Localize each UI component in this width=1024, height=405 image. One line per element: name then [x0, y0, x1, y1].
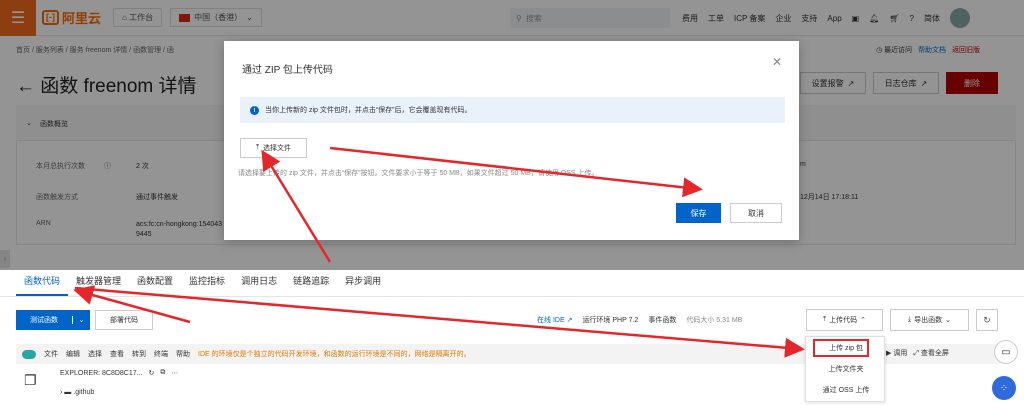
refresh-button[interactable]: ↻: [976, 309, 998, 331]
chat-icon[interactable]: ▭: [994, 340, 1018, 364]
ide-actions: ▶ 调用 ⤢ 查看全屏: [886, 348, 949, 358]
tab-metrics[interactable]: 监控指标: [181, 274, 233, 296]
ide-logo-icon: [22, 349, 36, 359]
online-ide-link[interactable]: 在线 IDE ↗: [537, 315, 572, 325]
choose-file-button[interactable]: ⤒ 选择文件: [240, 138, 307, 158]
more-icon[interactable]: ⋯: [171, 369, 178, 377]
test-function-button[interactable]: 测试函数 ⌄: [16, 310, 90, 330]
invoke-label: 调用: [893, 350, 908, 357]
cancel-button[interactable]: 取消: [730, 203, 782, 223]
ide-menu-help[interactable]: 帮助: [176, 349, 190, 359]
upload-hint: 请选择要上传的 zip 文件，并点击“保存”按钮。文件要求小于等于 50 MB，…: [238, 170, 599, 177]
ide-menu-file[interactable]: 文件: [44, 349, 58, 359]
ide-menu-selection[interactable]: 选择: [88, 349, 102, 359]
refresh-icon[interactable]: ↻: [148, 369, 154, 377]
upload-icon: ⤒: [255, 144, 260, 151]
ide-menu-edit[interactable]: 编辑: [66, 349, 80, 359]
chevron-down-icon[interactable]: ⌄: [72, 316, 90, 324]
download-icon: ⤓: [908, 316, 912, 323]
tree-item-github[interactable]: › ▬ .github: [60, 389, 94, 396]
info-icon: i: [250, 105, 259, 115]
dialog-title: 通过 ZIP 包上传代码: [242, 65, 333, 76]
upload-dropdown-menu: 上传 zip 包 上传文件夹 通过 OSS 上传: [805, 336, 885, 402]
explorer-title: EXPLORER: 8C8D8C17...: [60, 369, 143, 377]
deploy-code-button[interactable]: 部署代码: [95, 310, 153, 330]
tab-config[interactable]: 函数配置: [129, 274, 181, 296]
refresh-icon: ↻: [983, 314, 991, 325]
tab-triggers[interactable]: 触发器管理: [68, 274, 129, 296]
export-function-button[interactable]: ⤓ 导出函数 ⌄: [890, 309, 969, 331]
function-tabs: 函数代码 触发器管理 函数配置 监控指标 调用日志 链路追踪 异步调用: [16, 274, 389, 296]
explorer-header: EXPLORER: 8C8D8C17... ↻ ⧉ ⋯: [60, 369, 178, 377]
code-size-label: 代码大小 5.31 MB: [686, 317, 743, 324]
online-ide-label: 在线 IDE: [537, 317, 565, 324]
apps-icon[interactable]: ⁘: [992, 376, 1016, 400]
ide-activity-bar: ❐: [16, 366, 46, 405]
menu-item-upload-folder[interactable]: 上传文件夹: [806, 360, 886, 380]
export-function-label: 导出函数: [914, 317, 943, 324]
fullscreen-button[interactable]: ⤢ 查看全屏: [913, 348, 949, 358]
close-icon[interactable]: ✕: [772, 55, 782, 69]
ide-menu-terminal[interactable]: 终端: [154, 349, 168, 359]
chevron-up-icon: ⌃: [860, 317, 866, 324]
upload-icon: ⤒: [823, 316, 827, 323]
fullscreen-label: 查看全屏: [920, 350, 949, 357]
upload-code-button[interactable]: ⤒ 上传代码 ⌃: [806, 309, 883, 331]
tab-tracing[interactable]: 链路追踪: [285, 274, 337, 296]
runtime-label: 运行环境 PHP 7.2: [582, 317, 639, 324]
tab-logs[interactable]: 调用日志: [233, 274, 285, 296]
function-type-label: 事件函数: [648, 317, 677, 324]
chevron-right-icon: ›: [60, 389, 63, 396]
folder-icon: ▬: [64, 389, 72, 396]
menu-item-oss-upload[interactable]: 通过 OSS 上传: [806, 381, 886, 401]
code-info-bar: 在线 IDE ↗ 运行环境 PHP 7.2 事件函数 代码大小 5.31 MB: [537, 315, 742, 325]
ide-warning: IDE 的环境仅是个独立的代码开发环境，和函数的运行环境是不同的，网络是隔离开的…: [198, 351, 471, 358]
tab-divider: [0, 296, 1024, 297]
choose-file-label: 选择文件: [263, 145, 292, 152]
chevron-down-icon: ⌄: [945, 317, 951, 324]
tab-code[interactable]: 函数代码: [16, 274, 69, 296]
files-icon[interactable]: ❐: [24, 372, 37, 389]
upload-code-label: 上传代码: [829, 317, 858, 324]
info-alert: i 当你上传新的 zip 文件包时，并点击“保存”后，它会覆盖现有代码。: [240, 97, 785, 123]
upload-zip-dialog: 通过 ZIP 包上传代码 ✕ i 当你上传新的 zip 文件包时，并点击“保存”…: [224, 41, 799, 240]
annotation-highlight-box: [813, 339, 869, 357]
test-function-label: 测试函数: [30, 317, 58, 324]
info-text: 当你上传新的 zip 文件包时，并点击“保存”后，它会覆盖现有代码。: [265, 107, 472, 114]
save-button[interactable]: 保存: [676, 203, 721, 223]
invoke-button[interactable]: ▶ 调用: [886, 348, 907, 358]
tab-async[interactable]: 异步调用: [337, 274, 389, 296]
collapse-icon[interactable]: ⧉: [160, 369, 165, 377]
folder-name: .github: [73, 389, 95, 396]
ide-menu-view[interactable]: 查看: [110, 349, 124, 359]
ide-menu-go[interactable]: 转到: [132, 349, 146, 359]
